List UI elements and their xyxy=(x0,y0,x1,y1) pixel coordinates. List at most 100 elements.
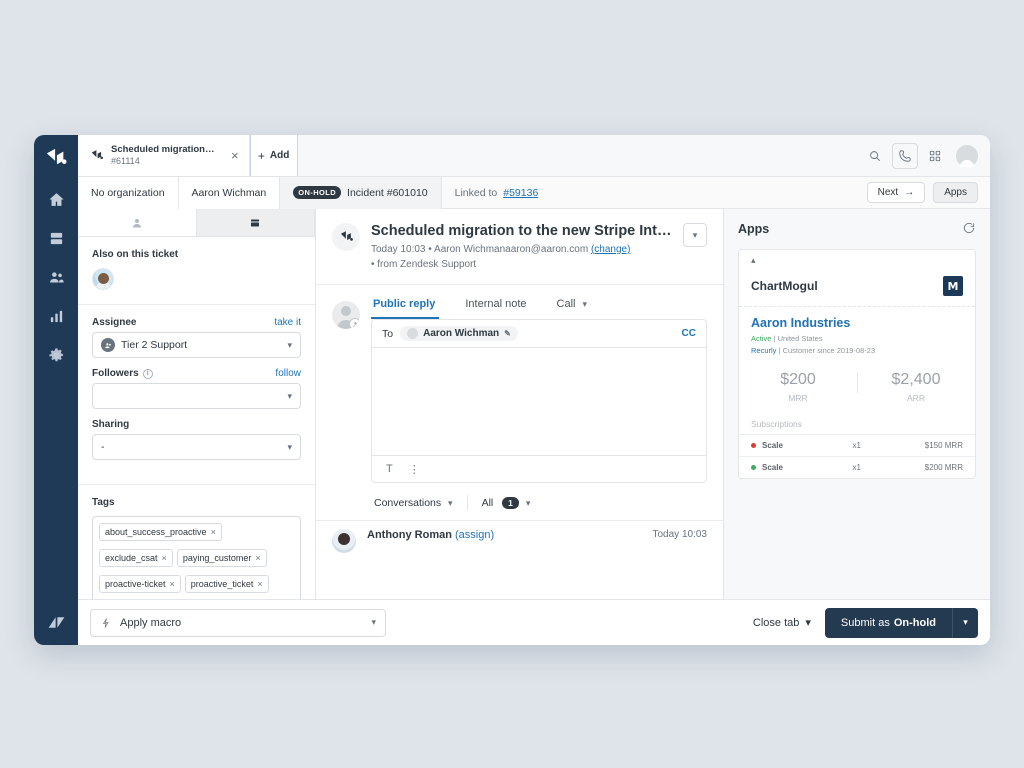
sidebar-item-views[interactable] xyxy=(42,224,70,252)
status-dot xyxy=(751,465,756,470)
breadcrumb-organization[interactable]: No organization xyxy=(78,177,179,209)
add-tab-label: Add xyxy=(270,150,289,161)
tab-strip: Scheduled migration t… #61114 × + Add xyxy=(78,135,990,177)
tab-internal-note[interactable]: Internal note xyxy=(463,295,540,319)
tag-label: proactive-ticket xyxy=(105,579,166,589)
collapse-card-button[interactable]: ▴ xyxy=(739,250,975,270)
tab-user-profile[interactable] xyxy=(78,209,197,236)
add-tab-button[interactable]: + Add xyxy=(250,135,298,176)
close-tab-button[interactable]: Close tab ▾ xyxy=(753,616,811,629)
macro-icon xyxy=(100,617,112,629)
metrics-row: $200 MRR $2,400 ARR xyxy=(739,357,975,407)
ticket-properties-panel: Also on this ticket Assignee take it xyxy=(78,209,316,645)
assign-link[interactable]: (assign) xyxy=(455,529,494,541)
subscription-qty: x1 xyxy=(853,463,861,472)
comment-timestamp: Today 10:03 xyxy=(653,529,708,540)
tag-chip[interactable]: exclude_csat× xyxy=(99,549,173,567)
ticket-meta: Today 10:03 • Aaron Wichmanaaron@aaron.c… xyxy=(371,243,672,272)
tab-close-icon[interactable]: × xyxy=(231,149,239,162)
ticket-tab-61114[interactable]: Scheduled migration t… #61114 × xyxy=(78,135,250,176)
user-avatar[interactable] xyxy=(956,145,978,167)
chevron-down-icon: ▾ xyxy=(526,498,531,508)
sidebar-item-reporting[interactable] xyxy=(42,302,70,330)
refresh-icon[interactable] xyxy=(962,221,976,238)
edit-pencil-icon[interactable]: ✎ xyxy=(504,329,511,338)
plus-icon: + xyxy=(258,149,265,163)
recipient-chip[interactable]: Aaron Wichman ✎ xyxy=(400,326,518,341)
properties-scroll[interactable]: Also on this ticket Assignee take it xyxy=(78,237,315,645)
tag-chip[interactable]: proactive_ticket× xyxy=(185,575,269,593)
tag-chip[interactable]: proactive-ticket × xyxy=(99,575,181,593)
subscription-name: Scale xyxy=(762,463,783,472)
topbar-actions xyxy=(862,135,990,176)
customer-name-link[interactable]: Aaron Industries xyxy=(739,307,975,333)
remove-tag-icon[interactable]: × xyxy=(255,553,260,563)
chevron-down-icon: ▾ xyxy=(287,340,292,351)
breadcrumb-requester[interactable]: Aaron Wichman xyxy=(179,177,281,209)
followers-row: Followers i follow xyxy=(92,368,301,379)
apps-toggle-button[interactable]: Apps xyxy=(933,182,978,203)
reply-editor[interactable] xyxy=(371,347,707,455)
tab-call-label: Call xyxy=(557,298,576,310)
tab-ticket-properties[interactable] xyxy=(197,209,316,236)
conversations-dropdown[interactable]: Conversations ▾ xyxy=(374,497,453,509)
recipients-row[interactable]: To Aaron Wichman ✎ CC xyxy=(371,319,707,347)
search-icon[interactable] xyxy=(862,143,888,169)
tag-chip[interactable]: paying_customer× xyxy=(177,549,267,567)
followers-label: Followers i xyxy=(92,368,153,379)
tab-call[interactable]: Call ▾ xyxy=(555,295,602,319)
phone-icon[interactable] xyxy=(892,143,918,169)
remove-tag-icon[interactable]: × xyxy=(257,579,262,589)
home-icon xyxy=(48,191,65,208)
chartmogul-logo-icon: M xyxy=(943,276,963,296)
subscription-row: Scale x1 $200 MRR xyxy=(739,456,975,478)
assignee-label: Assignee xyxy=(92,317,136,328)
tab-public-reply[interactable]: Public reply xyxy=(371,295,449,319)
breadcrumb-ticket[interactable]: ON-HOLD Incident #601010 xyxy=(280,177,441,209)
ticket-meta-source: • from Zendesk Support xyxy=(371,258,672,273)
meta-pipe: | xyxy=(779,346,781,355)
remove-tag-icon[interactable]: × xyxy=(170,579,175,589)
conversations-filter[interactable]: All 1 ▾ xyxy=(482,497,531,509)
sidebar-item-home[interactable] xyxy=(42,185,70,213)
remove-tag-icon[interactable]: × xyxy=(211,527,216,537)
sidebar-item-customers[interactable] xyxy=(42,263,70,291)
next-button[interactable]: Next → xyxy=(867,182,926,203)
avatar xyxy=(332,529,356,553)
submit-options-button[interactable]: ▾ xyxy=(952,608,978,638)
app-name: ChartMogul xyxy=(751,279,818,293)
ticket-body: Also on this ticket Assignee take it xyxy=(78,209,990,645)
apply-macro-select[interactable]: Apply macro ▾ xyxy=(90,609,386,637)
sharing-select[interactable]: - ▾ xyxy=(92,434,301,460)
to-label: To xyxy=(382,328,393,340)
submit-button[interactable]: Submit as On-hold xyxy=(825,608,952,638)
follow-link[interactable]: follow xyxy=(275,368,301,379)
info-icon[interactable]: i xyxy=(143,369,153,379)
assignee-select[interactable]: Tier 2 Support ▾ xyxy=(92,332,301,358)
linked-ticket-link[interactable]: #59136 xyxy=(503,187,538,199)
metric-key: ARR xyxy=(857,393,975,403)
more-options-icon[interactable]: ⋮ xyxy=(409,463,420,476)
channel-tabs: Public reply Internal note Call ▾ xyxy=(371,295,707,319)
subscription-qty: x1 xyxy=(853,441,861,450)
linked-ticket: Linked to #59136 xyxy=(442,177,552,209)
customer-meta: Active | United States Recurly | Custome… xyxy=(739,333,975,357)
sidebar-item-admin[interactable] xyxy=(42,341,70,369)
status-badge: ON-HOLD xyxy=(293,186,341,199)
change-requester-link[interactable]: (change) xyxy=(591,244,630,255)
breadcrumb-actions: Next → Apps xyxy=(867,182,990,203)
properties-tabs xyxy=(78,209,315,237)
apps-grid-icon[interactable] xyxy=(922,143,948,169)
filter-count-badge: 1 xyxy=(502,497,519,509)
collaborator-avatar[interactable] xyxy=(92,268,114,290)
ticket-options-button[interactable]: ▾ xyxy=(683,223,707,247)
cc-button[interactable]: CC xyxy=(682,328,696,339)
text-format-icon[interactable]: T xyxy=(386,463,393,475)
billing-system[interactable]: Recurly xyxy=(751,346,776,355)
followers-select[interactable]: ▾ xyxy=(92,383,301,409)
remove-tag-icon[interactable]: × xyxy=(162,553,167,563)
tag-chip[interactable]: about_success_proactive × xyxy=(99,523,222,541)
tag-label: about_success_proactive xyxy=(105,527,207,537)
take-it-link[interactable]: take it xyxy=(274,317,301,328)
next-label: Next xyxy=(878,187,899,198)
